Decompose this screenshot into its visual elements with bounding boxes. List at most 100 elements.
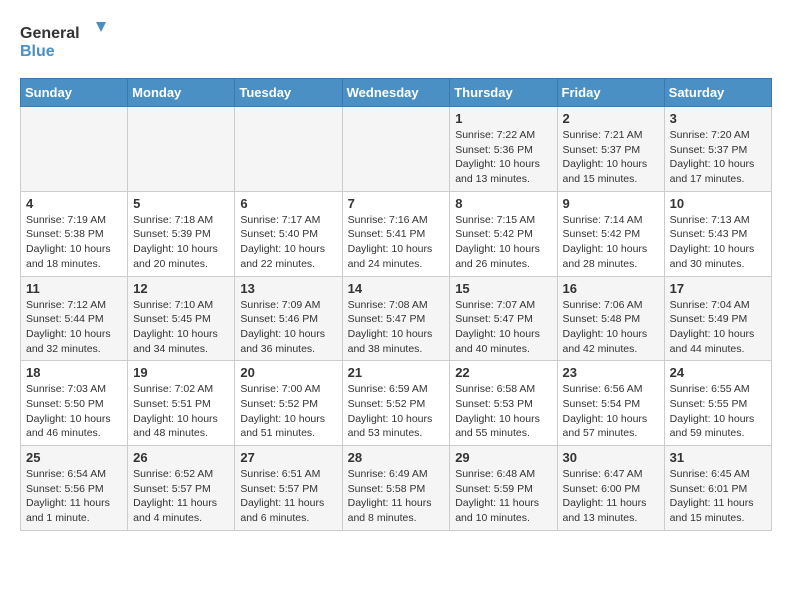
day-info: Sunrise: 7:09 AM Sunset: 5:46 PM Dayligh…	[240, 298, 336, 357]
day-info: Sunrise: 7:13 AM Sunset: 5:43 PM Dayligh…	[670, 213, 766, 272]
day-number: 16	[563, 281, 659, 296]
calendar-cell: 17 Sunrise: 7:04 AM Sunset: 5:49 PM Dayli…	[664, 276, 771, 361]
svg-text:General: General	[20, 25, 80, 42]
calendar-cell: 9 Sunrise: 7:14 AM Sunset: 5:42 PM Daylig…	[557, 191, 664, 276]
day-info: Sunrise: 6:55 AM Sunset: 5:55 PM Dayligh…	[670, 382, 766, 441]
day-number: 10	[670, 196, 766, 211]
calendar-cell: 4 Sunrise: 7:19 AM Sunset: 5:38 PM Daylig…	[21, 191, 128, 276]
calendar-cell: 16 Sunrise: 7:06 AM Sunset: 5:48 PM Dayli…	[557, 276, 664, 361]
day-number: 1	[455, 111, 551, 126]
weekday-header-sunday: Sunday	[21, 79, 128, 107]
calendar-cell: 14 Sunrise: 7:08 AM Sunset: 5:47 PM Dayli…	[342, 276, 450, 361]
day-number: 8	[455, 196, 551, 211]
calendar-cell: 6 Sunrise: 7:17 AM Sunset: 5:40 PM Daylig…	[235, 191, 342, 276]
logo: General Blue	[20, 20, 110, 62]
calendar-cell: 5 Sunrise: 7:18 AM Sunset: 5:39 PM Daylig…	[128, 191, 235, 276]
calendar-cell: 7 Sunrise: 7:16 AM Sunset: 5:41 PM Daylig…	[342, 191, 450, 276]
day-info: Sunrise: 6:59 AM Sunset: 5:52 PM Dayligh…	[348, 382, 445, 441]
calendar-cell: 2 Sunrise: 7:21 AM Sunset: 5:37 PM Daylig…	[557, 107, 664, 192]
calendar-cell: 30 Sunrise: 6:47 AM Sunset: 6:00 PM Dayli…	[557, 446, 664, 531]
day-info: Sunrise: 7:07 AM Sunset: 5:47 PM Dayligh…	[455, 298, 551, 357]
day-number: 21	[348, 365, 445, 380]
weekday-header-row: SundayMondayTuesdayWednesdayThursdayFrid…	[21, 79, 772, 107]
day-info: Sunrise: 7:15 AM Sunset: 5:42 PM Dayligh…	[455, 213, 551, 272]
day-info: Sunrise: 7:00 AM Sunset: 5:52 PM Dayligh…	[240, 382, 336, 441]
calendar-cell	[342, 107, 450, 192]
page-header: General Blue	[20, 20, 772, 62]
day-info: Sunrise: 7:06 AM Sunset: 5:48 PM Dayligh…	[563, 298, 659, 357]
calendar-cell: 22Sunrise: 6:58 AM Sunset: 5:53 PM Dayli…	[450, 361, 557, 446]
day-number: 12	[133, 281, 229, 296]
day-info: Sunrise: 7:02 AM Sunset: 5:51 PM Dayligh…	[133, 382, 229, 441]
calendar-cell: 3Sunrise: 7:20 AM Sunset: 5:37 PM Daylig…	[664, 107, 771, 192]
day-number: 23	[563, 365, 659, 380]
day-number: 20	[240, 365, 336, 380]
calendar-cell: 18 Sunrise: 7:03 AM Sunset: 5:50 PM Dayli…	[21, 361, 128, 446]
day-info: Sunrise: 6:52 AM Sunset: 5:57 PM Dayligh…	[133, 467, 229, 526]
calendar-cell: 27 Sunrise: 6:51 AM Sunset: 5:57 PM Dayli…	[235, 446, 342, 531]
day-info: Sunrise: 7:08 AM Sunset: 5:47 PM Dayligh…	[348, 298, 445, 357]
day-info: Sunrise: 7:17 AM Sunset: 5:40 PM Dayligh…	[240, 213, 336, 272]
calendar-cell: 13Sunrise: 7:09 AM Sunset: 5:46 PM Dayli…	[235, 276, 342, 361]
calendar-cell: 21 Sunrise: 6:59 AM Sunset: 5:52 PM Dayli…	[342, 361, 450, 446]
day-number: 7	[348, 196, 445, 211]
day-number: 24	[670, 365, 766, 380]
day-info: Sunrise: 7:04 AM Sunset: 5:49 PM Dayligh…	[670, 298, 766, 357]
svg-text:Blue: Blue	[20, 43, 55, 60]
day-info: Sunrise: 6:47 AM Sunset: 6:00 PM Dayligh…	[563, 467, 659, 526]
day-info: Sunrise: 7:14 AM Sunset: 5:42 PM Dayligh…	[563, 213, 659, 272]
day-info: Sunrise: 6:56 AM Sunset: 5:54 PM Dayligh…	[563, 382, 659, 441]
calendar-cell	[235, 107, 342, 192]
calendar-cell: 8 Sunrise: 7:15 AM Sunset: 5:42 PM Daylig…	[450, 191, 557, 276]
day-info: Sunrise: 7:18 AM Sunset: 5:39 PM Dayligh…	[133, 213, 229, 272]
calendar-cell: 24 Sunrise: 6:55 AM Sunset: 5:55 PM Dayli…	[664, 361, 771, 446]
day-number: 18	[26, 365, 122, 380]
calendar-week-3: 11 Sunrise: 7:12 AM Sunset: 5:44 PM Dayli…	[21, 276, 772, 361]
day-info: Sunrise: 7:10 AM Sunset: 5:45 PM Dayligh…	[133, 298, 229, 357]
day-info: Sunrise: 6:48 AM Sunset: 5:59 PM Dayligh…	[455, 467, 551, 526]
day-number: 15	[455, 281, 551, 296]
weekday-header-monday: Monday	[128, 79, 235, 107]
day-number: 4	[26, 196, 122, 211]
calendar-cell: 25 Sunrise: 6:54 AM Sunset: 5:56 PM Dayli…	[21, 446, 128, 531]
calendar-week-4: 18 Sunrise: 7:03 AM Sunset: 5:50 PM Dayli…	[21, 361, 772, 446]
day-info: Sunrise: 7:12 AM Sunset: 5:44 PM Dayligh…	[26, 298, 122, 357]
calendar-cell: 1Sunrise: 7:22 AM Sunset: 5:36 PM Daylig…	[450, 107, 557, 192]
day-info: Sunrise: 7:21 AM Sunset: 5:37 PM Dayligh…	[563, 128, 659, 187]
day-number: 5	[133, 196, 229, 211]
day-number: 3	[670, 111, 766, 126]
day-number: 25	[26, 450, 122, 465]
day-number: 14	[348, 281, 445, 296]
day-number: 30	[563, 450, 659, 465]
weekday-header-saturday: Saturday	[664, 79, 771, 107]
day-info: Sunrise: 6:49 AM Sunset: 5:58 PM Dayligh…	[348, 467, 445, 526]
day-info: Sunrise: 6:51 AM Sunset: 5:57 PM Dayligh…	[240, 467, 336, 526]
day-info: Sunrise: 6:54 AM Sunset: 5:56 PM Dayligh…	[26, 467, 122, 526]
day-number: 17	[670, 281, 766, 296]
day-number: 26	[133, 450, 229, 465]
weekday-header-thursday: Thursday	[450, 79, 557, 107]
calendar-cell: 12 Sunrise: 7:10 AM Sunset: 5:45 PM Dayli…	[128, 276, 235, 361]
weekday-header-friday: Friday	[557, 79, 664, 107]
day-number: 31	[670, 450, 766, 465]
weekday-header-wednesday: Wednesday	[342, 79, 450, 107]
day-info: Sunrise: 7:16 AM Sunset: 5:41 PM Dayligh…	[348, 213, 445, 272]
day-info: Sunrise: 7:03 AM Sunset: 5:50 PM Dayligh…	[26, 382, 122, 441]
calendar-cell: 15 Sunrise: 7:07 AM Sunset: 5:47 PM Dayli…	[450, 276, 557, 361]
day-number: 29	[455, 450, 551, 465]
day-info: Sunrise: 7:19 AM Sunset: 5:38 PM Dayligh…	[26, 213, 122, 272]
calendar-cell	[128, 107, 235, 192]
calendar-cell: 19Sunrise: 7:02 AM Sunset: 5:51 PM Dayli…	[128, 361, 235, 446]
day-number: 28	[348, 450, 445, 465]
calendar-cell: 11 Sunrise: 7:12 AM Sunset: 5:44 PM Dayli…	[21, 276, 128, 361]
day-number: 11	[26, 281, 122, 296]
day-number: 2	[563, 111, 659, 126]
calendar-cell: 26 Sunrise: 6:52 AM Sunset: 5:57 PM Dayli…	[128, 446, 235, 531]
day-number: 27	[240, 450, 336, 465]
day-info: Sunrise: 6:58 AM Sunset: 5:53 PM Dayligh…	[455, 382, 551, 441]
calendar-cell: 20 Sunrise: 7:00 AM Sunset: 5:52 PM Dayli…	[235, 361, 342, 446]
logo-svg: General Blue	[20, 20, 110, 62]
day-number: 9	[563, 196, 659, 211]
day-number: 6	[240, 196, 336, 211]
weekday-header-tuesday: Tuesday	[235, 79, 342, 107]
